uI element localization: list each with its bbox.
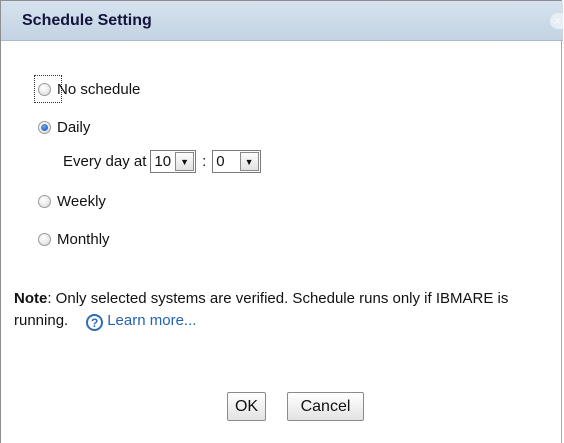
radio-label: No schedule — [57, 81, 141, 98]
hour-value: 10 — [154, 153, 172, 170]
radio-label: Daily — [57, 119, 91, 136]
radio-button-icon[interactable] — [38, 233, 51, 246]
help-icon[interactable]: ? — [86, 314, 104, 331]
dialog-title: Schedule Setting — [22, 12, 152, 29]
radio-daily[interactable]: Daily — [38, 119, 90, 136]
ok-button[interactable]: OK — [227, 392, 266, 421]
note-label: Note — [14, 290, 48, 307]
radio-button-icon[interactable] — [38, 83, 51, 96]
radio-weekly[interactable]: Weekly — [38, 193, 106, 210]
hour-select[interactable]: 10 ▼ — [150, 150, 197, 173]
radio-button-icon[interactable] — [38, 121, 51, 134]
minute-value: 0 — [216, 153, 225, 170]
learn-more-link[interactable]: Learn more... — [107, 312, 196, 329]
radio-no-schedule[interactable]: No schedule — [38, 81, 140, 98]
every-day-label: Every day at — [63, 153, 147, 170]
radio-label: Monthly — [57, 231, 110, 248]
radio-button-icon[interactable] — [38, 195, 51, 208]
radio-label: Weekly — [57, 193, 106, 210]
schedule-setting-dialog: Schedule Setting ✕ No schedule Daily Eve… — [0, 0, 563, 443]
dialog-titlebar[interactable]: Schedule Setting ✕ — [1, 1, 563, 41]
cancel-button[interactable]: Cancel — [287, 392, 364, 421]
chevron-down-icon[interactable]: ▼ — [175, 152, 195, 171]
daily-time-row: Every day at 10 ▼ : 0 ▼ — [63, 150, 261, 173]
note-text: Note: Only selected systems are verified… — [14, 288, 554, 332]
radio-monthly[interactable]: Monthly — [38, 231, 110, 248]
time-separator: : — [202, 153, 207, 170]
chevron-down-icon[interactable]: ▼ — [239, 152, 259, 171]
minute-select[interactable]: 0 ▼ — [212, 150, 261, 173]
close-icon[interactable]: ✕ — [550, 13, 563, 29]
